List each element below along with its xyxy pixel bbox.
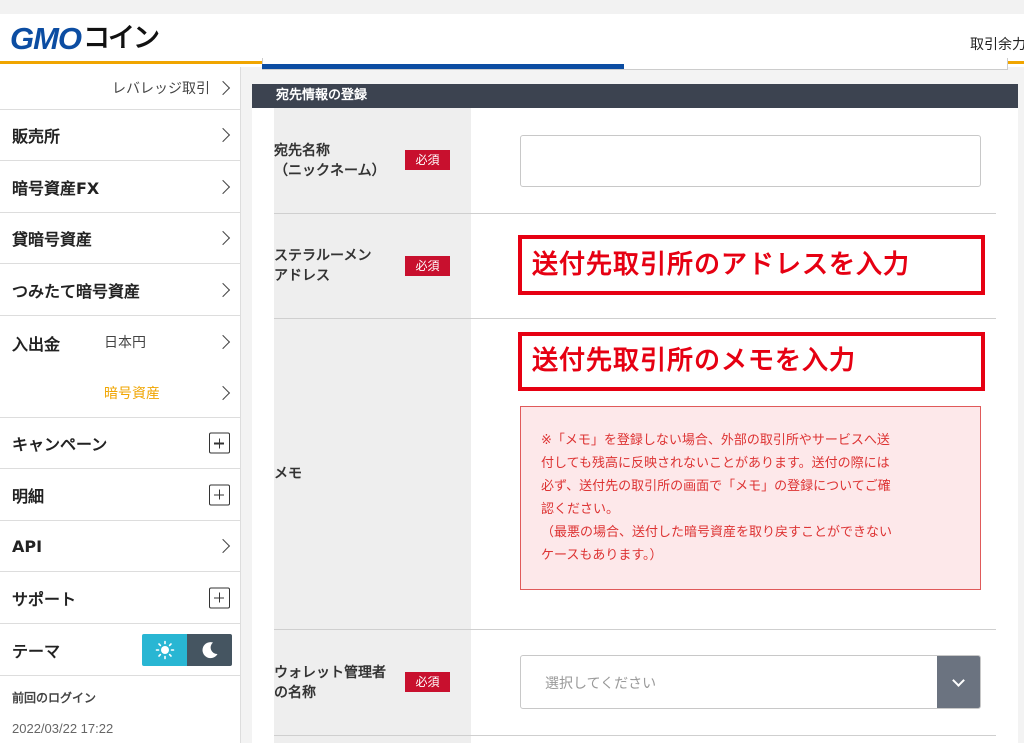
active-tab-indicator (262, 64, 624, 69)
required-badge: 必須 (405, 150, 450, 170)
last-login-date: 2022/03/22 17:22 (12, 721, 114, 736)
address-label-line1: ステラルーメン (274, 248, 372, 264)
sidebar-item-label: テーマ (12, 641, 61, 661)
sidebar-item-label: サポート (12, 589, 77, 609)
row-divider (274, 629, 996, 630)
section-title: 宛先情報の登録 (252, 84, 1018, 108)
destination-form: 宛先名称 （ニックネーム） 必須 ステラルーメン アドレス 必須 送付先取引所の… (252, 108, 1018, 743)
address-label-line2: アドレス (274, 268, 330, 284)
sidebar-item-label: 入出金 (12, 335, 61, 354)
sidebar-item-label: 貸暗号資産 (12, 230, 93, 249)
row-divider (274, 735, 996, 736)
wallet-admin-label: ウォレット管理者 の名称 (274, 663, 386, 703)
wallet-label-line2: の名称 (274, 685, 316, 701)
memo-input[interactable]: 送付先取引所のメモを入力 (518, 332, 985, 391)
sidebar-item-details[interactable]: 明細 (0, 469, 240, 521)
site-header: GMO コイン 取引余力 (0, 14, 1024, 64)
sidebar-item-theme: テーマ (0, 624, 240, 676)
memo-label: メモ (274, 466, 302, 482)
memo-warning-line: ケースもあります。） (541, 548, 663, 563)
nickname-label-line1: 宛先名称 (274, 143, 330, 159)
required-badge: 必須 (405, 672, 450, 692)
memo-warning-line: 必ず、送付先の取引所の画面で「メモ」の登録についてご確 (541, 479, 891, 494)
chevron-right-icon (215, 80, 231, 96)
sidebar-item-label: API (12, 536, 43, 556)
chevron-right-icon (215, 282, 231, 297)
sidebar-item-label: 明細 (12, 486, 45, 506)
label-column (274, 108, 471, 743)
expand-plus-icon (209, 432, 230, 454)
sidebar-item-accumulation[interactable]: つみたて暗号資産 (0, 264, 240, 316)
memo-warning-line: ※「メモ」を登録しない場合、外部の取引所やサービスへ送 (541, 433, 890, 448)
row-divider (274, 213, 996, 214)
nickname-input[interactable] (520, 135, 981, 187)
chevron-right-icon (215, 385, 231, 400)
browser-top-strip (0, 0, 1024, 14)
address-label: ステラルーメン アドレス (274, 246, 371, 286)
memo-warning: ※「メモ」を登録しない場合、外部の取引所やサービスへ送 付しても残高に反映されな… (520, 406, 981, 590)
sidebar-item-label: レバレッジ取引 (112, 81, 210, 97)
sidebar-item-label: 暗号資産FX (12, 178, 100, 198)
trading-capacity-label: 取引余力 (970, 37, 1024, 53)
sun-icon (155, 640, 174, 660)
sidebar-item-yen[interactable]: 日本円 (92, 316, 240, 367)
theme-toggle[interactable] (142, 634, 232, 666)
sidebar-item-label: 販売所 (12, 127, 61, 146)
sidebar-item-crypto[interactable]: 暗号資産 (92, 367, 240, 418)
moon-icon (202, 642, 217, 659)
required-badge: 必須 (405, 256, 450, 276)
expand-plus-icon (209, 587, 230, 608)
last-login-label: 前回のログイン (12, 691, 97, 705)
sidebar-item-campaign[interactable]: キャンペーン (0, 418, 240, 469)
chevron-right-icon (215, 179, 231, 194)
dark-theme-button[interactable] (187, 634, 232, 666)
expand-plus-icon (209, 484, 230, 505)
memo-warning-line: 付しても残高に反映されないことがあります。送付の際には (541, 456, 890, 471)
sidebar: レバレッジ取引 販売所 暗号資産FX 貸暗号資産 つみたて暗号資産 入出金 日本… (0, 67, 241, 743)
sidebar-item-lending[interactable]: 貸暗号資産 (0, 213, 240, 264)
nickname-label-line2: （ニックネーム） (274, 163, 386, 179)
memo-warning-line: 認ください。 (541, 502, 620, 517)
chevron-right-icon (215, 230, 231, 246)
sidebar-item-label: キャンペーン (12, 435, 108, 454)
select-placeholder: 選択してください (545, 676, 657, 692)
sidebar-item-api[interactable]: API (0, 521, 240, 572)
chevron-right-icon (215, 127, 231, 143)
sidebar-item-leverage[interactable]: レバレッジ取引 (0, 67, 240, 110)
chevron-down-icon[interactable] (937, 656, 980, 708)
light-theme-button[interactable] (142, 634, 187, 666)
wallet-label-line1: ウォレット管理者 (274, 665, 386, 681)
address-input[interactable]: 送付先取引所のアドレスを入力 (518, 235, 985, 295)
memo-warning-line: （最悪の場合、送付した暗号資産を取り戻すことができない (541, 525, 893, 540)
sidebar-item-sales[interactable]: 販売所 (0, 110, 240, 161)
sidebar-item-crypto-fx[interactable]: 暗号資産FX (0, 161, 240, 213)
row-divider (274, 318, 996, 319)
gmo-coin-logo[interactable]: GMO コイン (10, 21, 160, 56)
sidebar-item-label: 暗号資産 (104, 385, 160, 402)
logo-gmo-text: GMO (10, 21, 82, 56)
sidebar-item-label: 日本円 (104, 334, 146, 351)
nickname-label: 宛先名称 （ニックネーム） (274, 141, 386, 181)
chevron-right-icon (215, 538, 231, 554)
logo-coin-text: コイン (83, 23, 160, 54)
sidebar-item-label: つみたて暗号資産 (12, 281, 141, 301)
sidebar-item-support[interactable]: サポート (0, 572, 240, 624)
wallet-admin-select[interactable]: 選択してください (520, 655, 981, 709)
chevron-right-icon (215, 334, 231, 349)
